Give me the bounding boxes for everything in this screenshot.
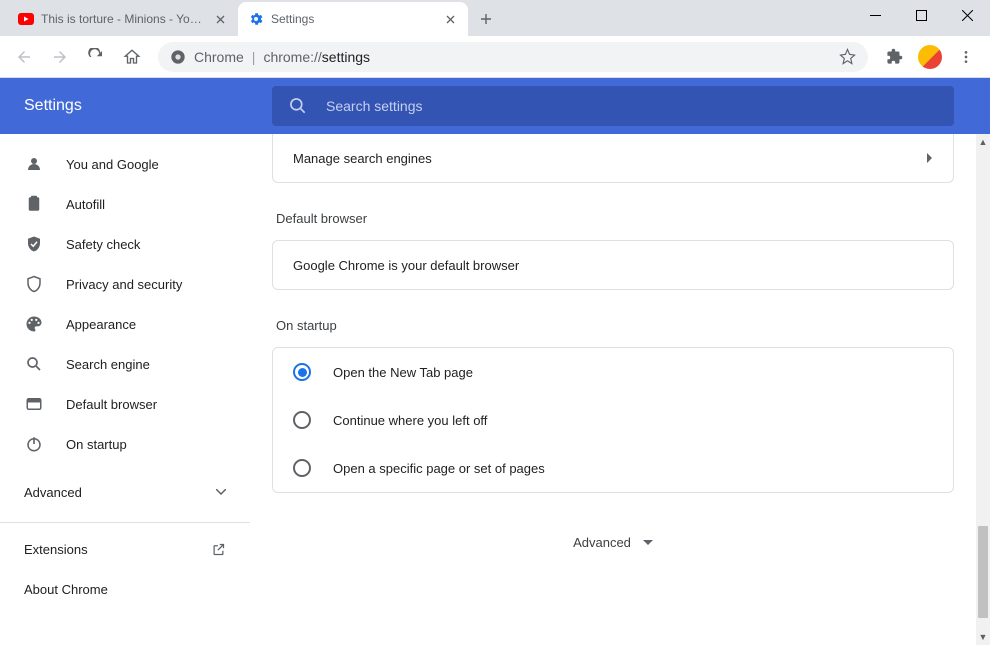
sidebar-item-on-startup[interactable]: On startup [0,424,250,464]
profile-avatar[interactable] [914,41,946,73]
tab-youtube[interactable]: This is torture - Minions - YouTube [8,2,238,36]
palette-icon [24,315,44,333]
tab-title: Settings [271,12,435,26]
settings-header: Settings [0,78,990,134]
address-bar[interactable]: Chrome | chrome://settings [158,42,868,72]
close-icon[interactable] [442,11,458,27]
page-title: Settings [24,97,272,115]
tab-settings[interactable]: Settings [238,2,468,36]
maximize-button[interactable] [898,0,944,30]
chevron-down-icon [216,489,226,495]
scrollbar[interactable]: ▲ ▼ [976,134,990,645]
default-browser-heading: Default browser [276,211,954,226]
main-content: Manage search engines Default browser Go… [250,134,990,645]
back-button[interactable] [8,41,40,73]
sidebar-item-appearance[interactable]: Appearance [0,304,250,344]
startup-option-specific[interactable]: Open a specific page or set of pages [273,444,953,492]
sidebar-item-safety-check[interactable]: Safety check [0,224,250,264]
radio-icon [293,459,311,477]
bookmark-icon[interactable] [839,48,856,65]
site-info-icon[interactable] [170,49,186,65]
sidebar-item-you-and-google[interactable]: You and Google [0,144,250,184]
manage-search-engines[interactable]: Manage search engines [273,134,953,182]
search-settings[interactable] [272,86,954,126]
power-icon [24,435,44,453]
sidebar-item-search-engine[interactable]: Search engine [0,344,250,384]
sidebar-extensions[interactable]: Extensions [0,529,250,569]
chevron-down-icon [643,540,653,546]
new-tab-button[interactable] [472,5,500,33]
shield-icon [24,275,44,293]
clipboard-icon [24,195,44,213]
startup-option-new-tab[interactable]: Open the New Tab page [273,348,953,396]
sidebar-item-privacy[interactable]: Privacy and security [0,264,250,304]
shield-check-icon [24,235,44,253]
scrollbar-thumb[interactable] [978,526,988,618]
startup-option-continue[interactable]: Continue where you left off [273,396,953,444]
scroll-up-icon[interactable]: ▲ [976,134,990,150]
extensions-icon[interactable] [878,41,910,73]
browser-icon [24,395,44,413]
search-input[interactable] [326,98,938,114]
home-button[interactable] [116,41,148,73]
tab-title: This is torture - Minions - YouTube [41,12,205,26]
reload-button[interactable] [80,41,112,73]
default-browser-status: Google Chrome is your default browser [273,241,953,289]
minimize-button[interactable] [852,0,898,30]
youtube-icon [18,11,34,27]
person-icon [24,155,44,173]
sidebar-advanced[interactable]: Advanced [0,472,250,512]
url-path: chrome://settings [263,49,370,65]
radio-icon [293,363,311,381]
search-icon [288,96,308,116]
close-window-button[interactable] [944,0,990,30]
scroll-down-icon[interactable]: ▼ [976,629,990,645]
url-origin: Chrome [194,49,244,65]
sidebar-about[interactable]: About Chrome [0,569,250,609]
sidebar-item-default-browser[interactable]: Default browser [0,384,250,424]
menu-icon[interactable] [950,41,982,73]
sidebar: You and Google Autofill Safety check Pri… [0,134,250,645]
external-link-icon [211,542,226,557]
sidebar-item-autofill[interactable]: Autofill [0,184,250,224]
toolbar: Chrome | chrome://settings [0,36,990,78]
divider [0,522,250,523]
radio-icon [293,411,311,429]
forward-button[interactable] [44,41,76,73]
tab-strip: This is torture - Minions - YouTube Sett… [0,0,990,36]
close-icon[interactable] [212,11,228,27]
chevron-right-icon [927,153,933,163]
advanced-toggle[interactable]: Advanced [272,535,954,550]
gear-icon [248,11,264,27]
on-startup-heading: On startup [276,318,954,333]
search-icon [24,355,44,373]
